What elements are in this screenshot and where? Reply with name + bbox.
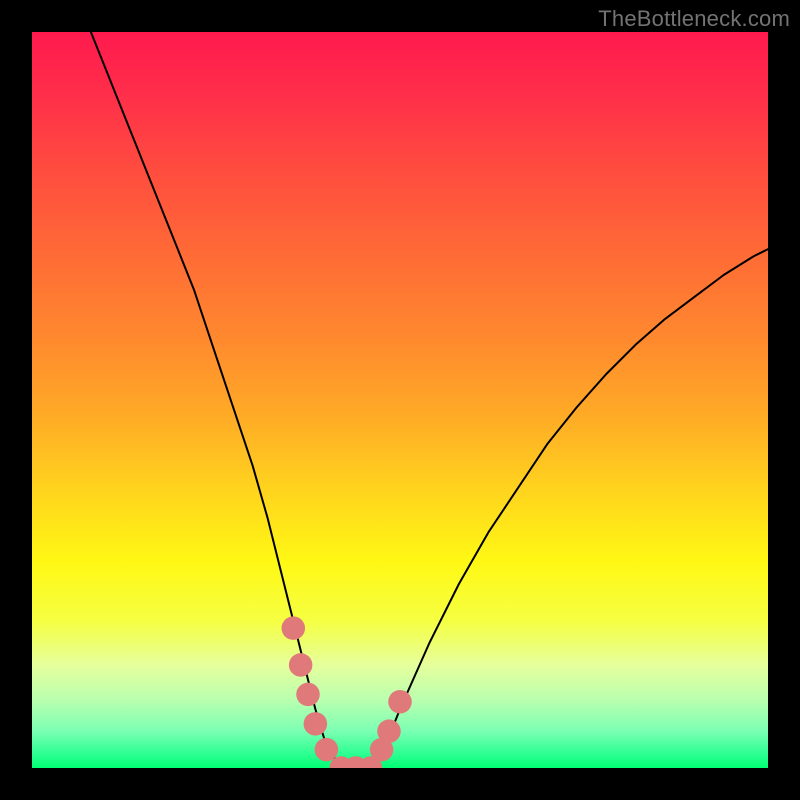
highlight-marker — [296, 683, 320, 707]
curve-path — [91, 32, 768, 768]
highlight-marker — [282, 616, 306, 640]
chart-svg — [32, 32, 768, 768]
series-bottleneck-curve — [91, 32, 768, 768]
series-highlight-markers — [282, 616, 412, 768]
highlight-marker — [289, 653, 313, 677]
watermark-text: TheBottleneck.com — [598, 6, 790, 32]
highlight-marker — [315, 738, 339, 762]
highlight-marker — [377, 719, 401, 743]
highlight-marker — [304, 712, 328, 736]
plot-area — [32, 32, 768, 768]
highlight-marker — [388, 690, 412, 714]
chart-frame: TheBottleneck.com — [0, 0, 800, 800]
